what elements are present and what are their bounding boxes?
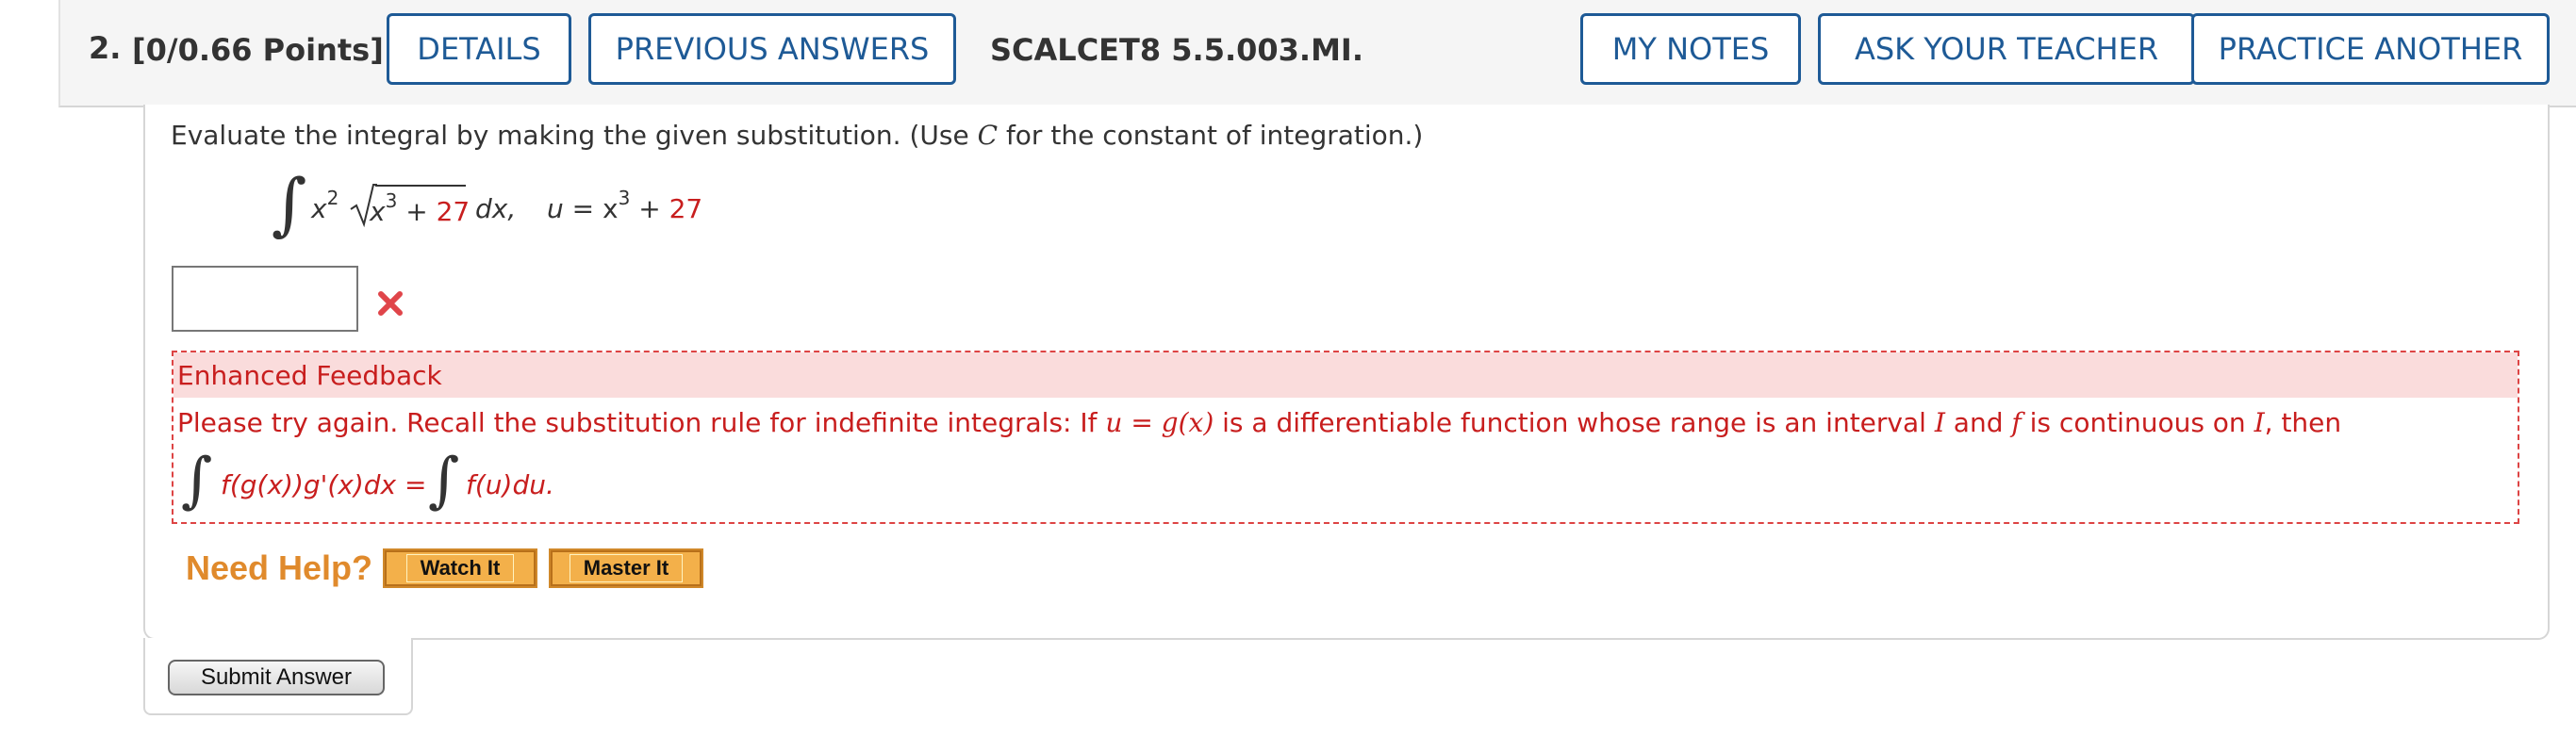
feedback-title: Enhanced Feedback xyxy=(173,352,2518,398)
feedback-text: Please try again. Recall the substitutio… xyxy=(177,407,2342,438)
question-number: 2. xyxy=(89,30,122,66)
integrand: x2 xyxy=(311,187,339,224)
need-help-label: Need Help? xyxy=(186,548,373,587)
details-button[interactable]: DETAILS xyxy=(387,13,571,85)
incorrect-x-icon xyxy=(378,291,403,316)
radicand: x3 + 27 xyxy=(370,189,471,227)
rule-integral-left: ∫ xyxy=(181,446,213,515)
sqrt-bar xyxy=(375,185,466,187)
rule-integral-right: ∫ xyxy=(428,446,460,515)
enhanced-feedback: Enhanced Feedback Please try again. Reca… xyxy=(172,351,2519,524)
submit-answer-button[interactable]: Submit Answer xyxy=(168,660,385,695)
watch-it-button[interactable]: Watch It xyxy=(383,548,537,588)
problem-id: SCALCET8 5.5.003.MI. xyxy=(990,32,1363,68)
my-notes-button[interactable]: MY NOTES xyxy=(1580,13,1801,85)
dx: dx, xyxy=(475,193,517,224)
integral-sign: ∫ xyxy=(272,164,307,243)
instructions: Evaluate the integral by making the give… xyxy=(171,120,1424,151)
master-it-button[interactable]: Master It xyxy=(549,548,703,588)
previous-answers-button[interactable]: PREVIOUS ANSWERS xyxy=(588,13,956,85)
answer-input[interactable] xyxy=(172,266,358,332)
points-label: [0/0.66 Points] xyxy=(132,32,384,68)
substitution: u = x3 + 27 xyxy=(547,187,703,224)
ask-your-teacher-button[interactable]: ASK YOUR TEACHER xyxy=(1818,13,2195,85)
rule-left: f(g(x))g'(x)dx = xyxy=(221,469,427,500)
rule-right: f(u)du. xyxy=(466,469,554,500)
practice-another-button[interactable]: PRACTICE ANOTHER xyxy=(2191,13,2550,85)
